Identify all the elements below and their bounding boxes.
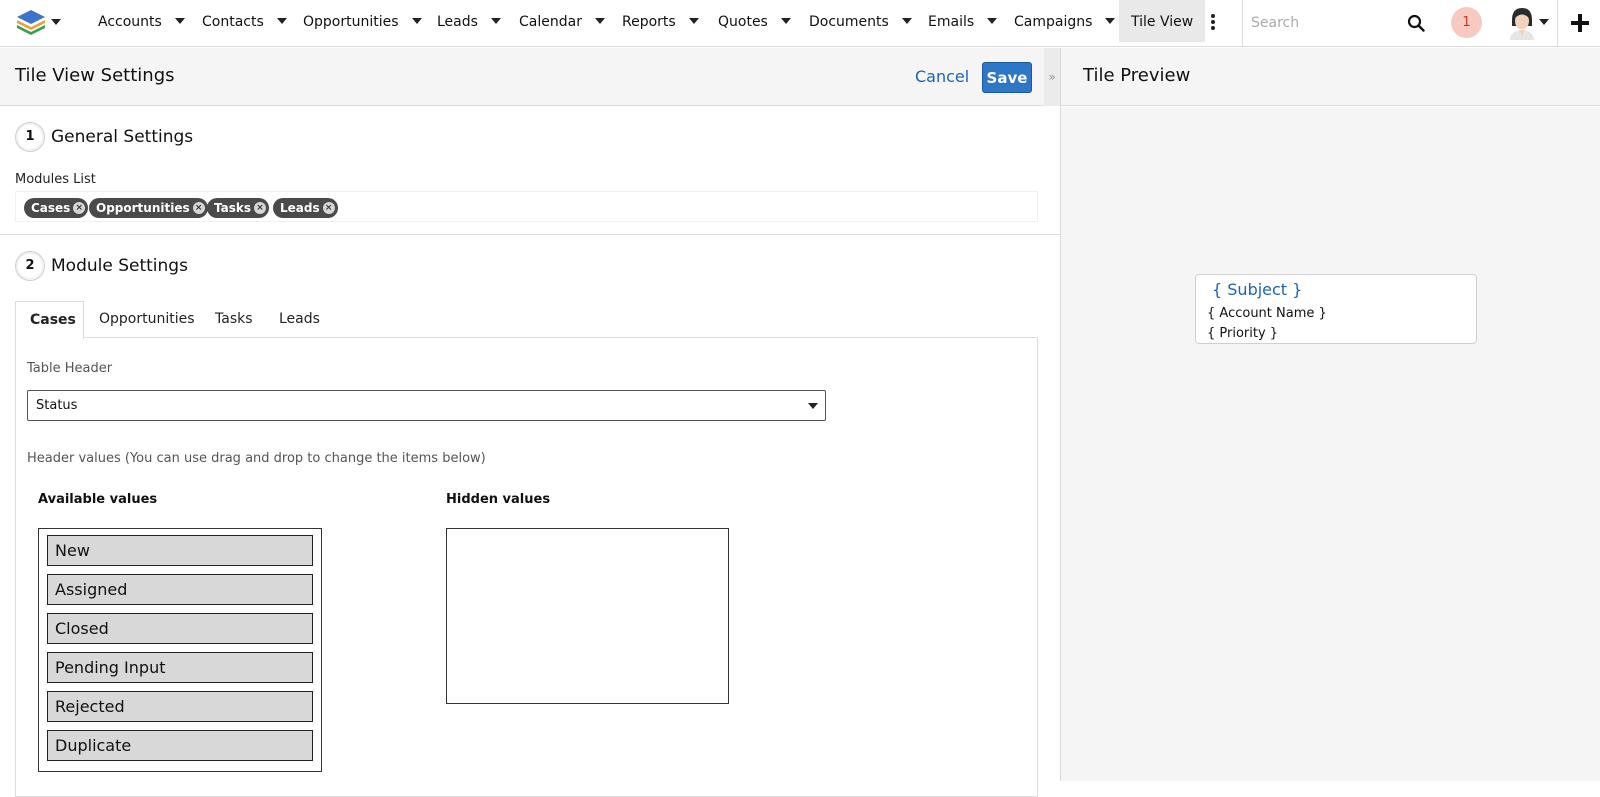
- nav-item-opportunities[interactable]: Opportunities: [303, 0, 422, 42]
- value-item-rejected[interactable]: Rejected: [47, 691, 313, 722]
- table-header-label: Table Header: [27, 361, 113, 376]
- nav-label: Quotes: [718, 14, 768, 30]
- quick-create-button[interactable]: [1557, 0, 1600, 47]
- nav-item-quotes[interactable]: Quotes: [718, 0, 791, 42]
- general-settings-title: General Settings: [51, 127, 194, 147]
- module-chip-tasks: Tasks ×: [207, 198, 270, 218]
- nav-item-tile-view[interactable]: Tile View: [1119, 0, 1206, 42]
- nav-item-campaigns[interactable]: Campaigns: [1014, 0, 1116, 42]
- chevron-down-icon: [808, 403, 818, 409]
- module-settings-title: Module Settings: [51, 256, 188, 276]
- nav-item-leads[interactable]: Leads: [437, 0, 501, 42]
- chip-label: Cases: [31, 201, 71, 215]
- page-title: Tile View Settings: [15, 65, 175, 86]
- step-number-1: 1: [15, 122, 45, 152]
- tab-cases[interactable]: Cases: [15, 301, 84, 339]
- preview-tile: { Subject } { Account Name } { Priority …: [1195, 274, 1477, 344]
- nav-item-reports[interactable]: Reports: [622, 0, 699, 42]
- available-values-title: Available values: [38, 492, 158, 507]
- chevron-down-icon[interactable]: [411, 18, 422, 24]
- tab-opportunities[interactable]: Opportunities: [85, 301, 209, 337]
- chip-label: Opportunities: [96, 201, 190, 215]
- nav-label: Reports: [622, 14, 676, 30]
- preview-title: Tile Preview: [1083, 65, 1191, 86]
- nav-item-accounts[interactable]: Accounts: [98, 0, 185, 42]
- notification-badge[interactable]: 1: [1451, 7, 1482, 38]
- step-number-2: 2: [15, 251, 45, 281]
- hidden-values-list[interactable]: [446, 528, 729, 704]
- section-divider: [0, 234, 1060, 235]
- module-chip-opportunities: Opportunities ×: [89, 198, 208, 218]
- module-chip-cases: Cases ×: [24, 198, 89, 218]
- nav-label: Campaigns: [1014, 14, 1093, 30]
- more-menu-icon[interactable]: [1211, 14, 1215, 32]
- chevron-down-icon[interactable]: [490, 18, 501, 24]
- close-icon[interactable]: ×: [73, 202, 86, 214]
- chevron-down-icon[interactable]: [276, 18, 287, 24]
- settings-header: Tile View Settings Cancel Save: [0, 48, 1044, 106]
- top-navigation: Accounts Contacts Opportunities Leads Ca…: [0, 0, 1600, 47]
- nav-item-contacts[interactable]: Contacts: [202, 0, 287, 42]
- nav-label: Opportunities: [303, 14, 399, 30]
- modules-list-input[interactable]: Cases × Opportunities × Tasks × Leads ×: [15, 191, 1038, 222]
- chevron-down-icon[interactable]: [174, 18, 185, 24]
- tab-tasks[interactable]: Tasks: [201, 301, 267, 337]
- nav-label: Emails: [928, 14, 975, 30]
- chevron-down-icon[interactable]: [594, 18, 605, 24]
- preview-area: [1061, 107, 1600, 781]
- cancel-button[interactable]: Cancel: [915, 67, 969, 86]
- value-item-pending-input[interactable]: Pending Input: [47, 652, 313, 683]
- hidden-values-title: Hidden values: [446, 492, 551, 507]
- table-header-select[interactable]: Status: [27, 390, 826, 421]
- close-icon[interactable]: ×: [322, 202, 335, 214]
- nav-label: Contacts: [202, 14, 264, 30]
- value-item-duplicate[interactable]: Duplicate: [47, 730, 313, 761]
- chevron-down-icon[interactable]: [987, 18, 998, 24]
- module-chip-leads: Leads ×: [273, 198, 338, 218]
- search-input[interactable]: [1249, 9, 1389, 37]
- chevron-down-icon[interactable]: [688, 18, 699, 24]
- nav-label: Documents: [809, 14, 889, 30]
- value-item-closed[interactable]: Closed: [47, 613, 313, 644]
- preview-header: Tile Preview: [1061, 48, 1600, 106]
- search-bar: [1242, 0, 1425, 47]
- chevron-down-icon[interactable]: [1539, 19, 1549, 25]
- tile-subject: { Subject }: [1212, 280, 1303, 299]
- tile-account-name: { Account Name }: [1207, 306, 1327, 321]
- value-item-new[interactable]: New: [47, 535, 313, 566]
- available-values-list[interactable]: New Assigned Closed Pending Input Reject…: [38, 528, 322, 772]
- nav-item-emails[interactable]: Emails: [928, 0, 998, 42]
- value-item-assigned[interactable]: Assigned: [47, 574, 313, 605]
- nav-label: Calendar: [519, 14, 582, 30]
- modules-list-label: Modules List: [15, 172, 96, 187]
- chevron-down-icon[interactable]: [1105, 18, 1116, 24]
- header-values-hint: Header values (You can use drag and drop…: [27, 451, 486, 466]
- collapse-panel-icon[interactable]: »: [1044, 48, 1060, 106]
- chip-label: Tasks: [214, 201, 252, 215]
- tab-leads[interactable]: Leads: [265, 301, 334, 337]
- nav-label: Leads: [437, 14, 478, 30]
- close-icon[interactable]: ×: [254, 202, 267, 214]
- select-value: Status: [36, 398, 78, 413]
- save-button[interactable]: Save: [982, 62, 1032, 93]
- plus-icon: [1571, 14, 1589, 32]
- chip-label: Leads: [280, 201, 320, 215]
- chevron-down-icon[interactable]: [901, 18, 912, 24]
- tile-priority: { Priority }: [1207, 326, 1279, 341]
- app-logo-icon[interactable]: [16, 9, 46, 37]
- user-avatar[interactable]: [1508, 6, 1536, 40]
- nav-label: Accounts: [98, 14, 162, 30]
- search-icon[interactable]: [1407, 14, 1425, 32]
- chevron-down-icon[interactable]: [780, 18, 791, 24]
- nav-item-documents[interactable]: Documents: [809, 0, 912, 42]
- chevron-down-icon[interactable]: [51, 19, 61, 25]
- nav-item-calendar[interactable]: Calendar: [519, 0, 605, 42]
- close-icon[interactable]: ×: [192, 202, 205, 214]
